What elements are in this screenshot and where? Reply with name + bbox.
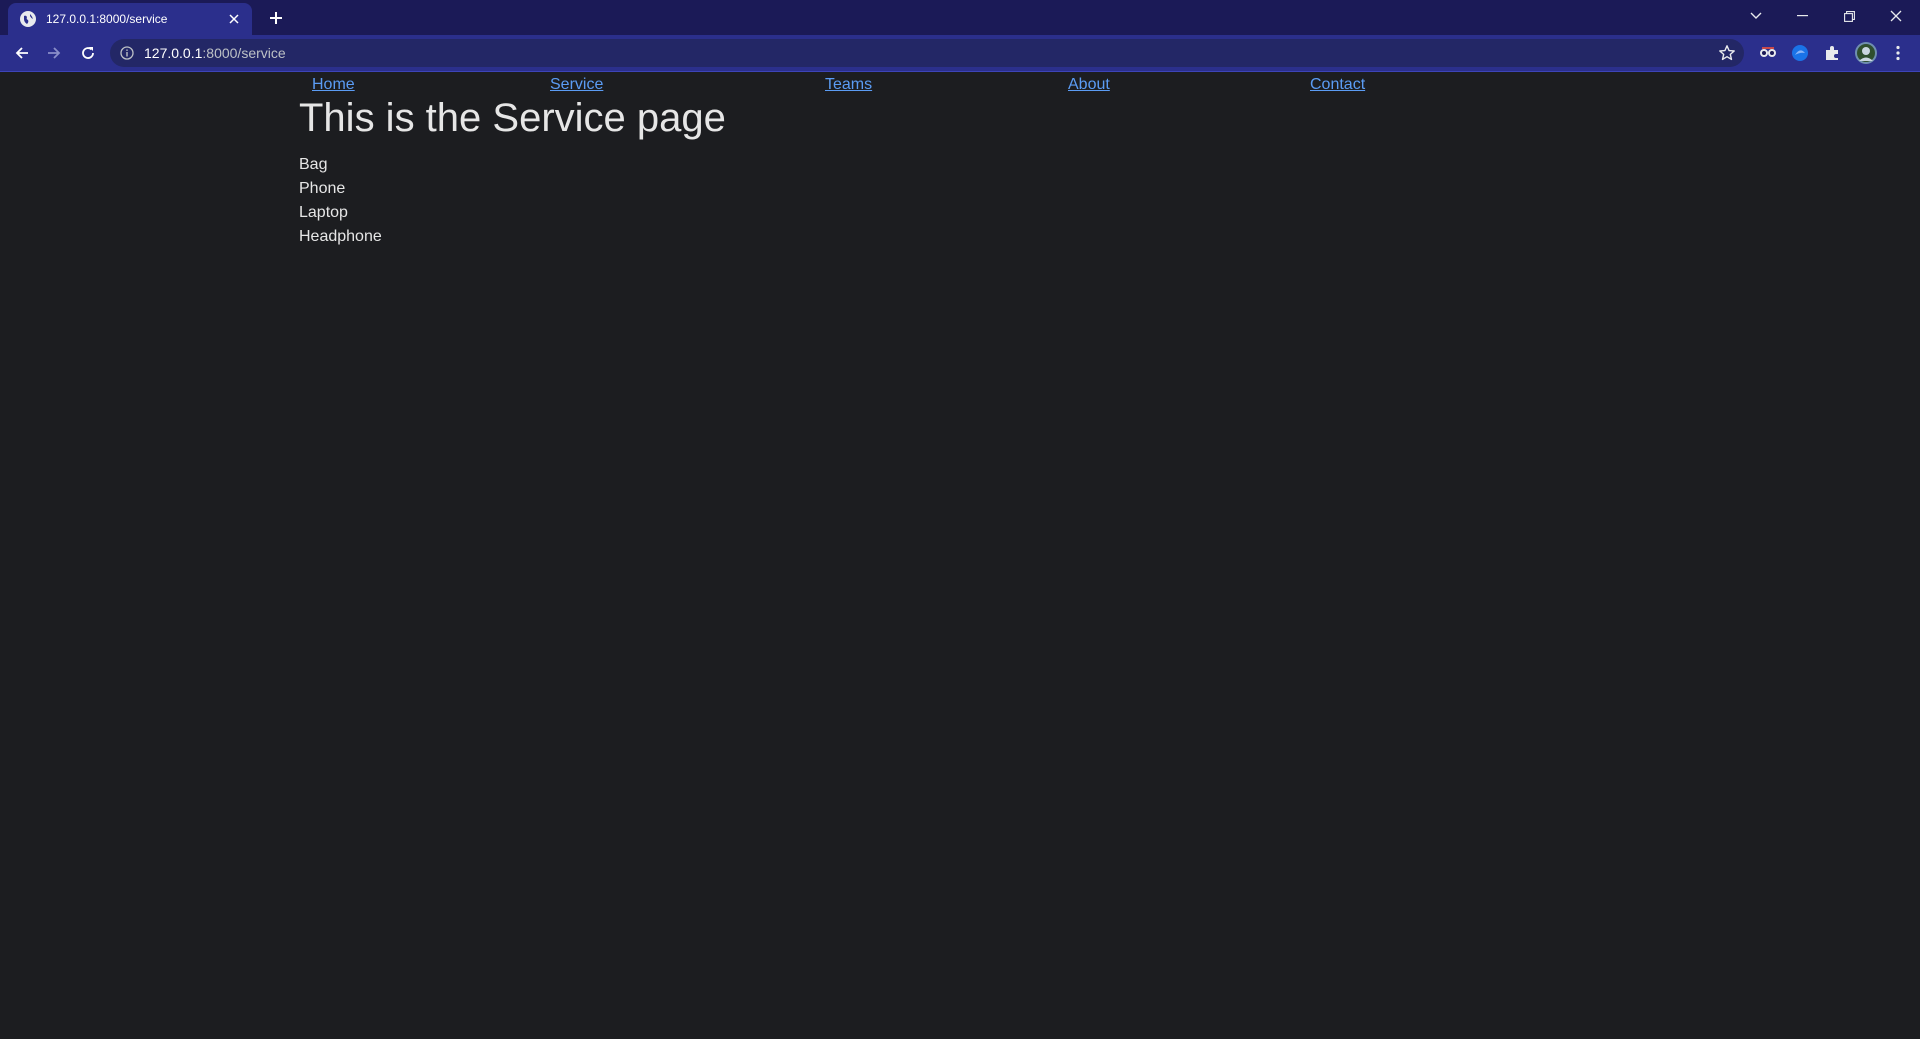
close-icon[interactable] [226,11,242,27]
reload-button[interactable] [76,41,100,65]
star-icon[interactable] [1718,44,1736,67]
kebab-menu-icon[interactable] [1888,43,1908,63]
list-item: Laptop [299,204,348,221]
restore-icon [1843,10,1855,22]
puzzle-icon[interactable] [1822,43,1842,63]
page-content: Home Service Teams About Contact This is… [0,72,1920,1039]
list-item: Phone [299,180,346,197]
close-icon [1890,10,1902,22]
browser-toolbar: 127.0.0.1:8000/service [0,35,1920,72]
chevron-down-icon [1750,12,1762,19]
back-button[interactable] [10,41,34,65]
nav-link-home[interactable]: Home [312,76,355,94]
arrow-left-icon [15,47,28,59]
nav-link-about[interactable]: About [1068,76,1110,94]
minimize-button[interactable] [1779,0,1825,32]
url-path: :8000/service [202,45,286,61]
globe-icon [20,11,36,27]
new-tab-button[interactable] [264,6,288,30]
tab-title: 127.0.0.1:8000/service [46,12,168,26]
extension-icon[interactable] [1790,43,1810,63]
browser-tab[interactable]: 127.0.0.1:8000/service [8,3,252,35]
tab-search-button[interactable] [1733,0,1779,32]
minimize-icon [1796,15,1808,17]
list-item: Headphone [299,228,382,245]
nav-link-service[interactable]: Service [550,76,603,94]
address-bar[interactable]: 127.0.0.1:8000/service [110,39,1744,67]
extension-icon[interactable] [1758,43,1778,63]
tab-strip: 127.0.0.1:8000/service [0,0,1920,35]
arrow-right-icon [48,47,61,59]
nav-link-contact[interactable]: Contact [1310,76,1365,94]
info-icon[interactable] [120,46,134,65]
forward-button[interactable] [42,41,66,65]
avatar[interactable] [1854,41,1878,65]
url-text: 127.0.0.1:8000/service [144,45,286,61]
page-title: This is the Service page [299,96,726,140]
list-item: Bag [299,156,328,173]
plus-icon [270,12,282,24]
reload-icon [82,47,94,59]
nav-link-teams[interactable]: Teams [825,76,872,94]
restore-button[interactable] [1826,0,1872,32]
close-window-button[interactable] [1873,0,1919,32]
url-host: 127.0.0.1 [144,45,203,61]
